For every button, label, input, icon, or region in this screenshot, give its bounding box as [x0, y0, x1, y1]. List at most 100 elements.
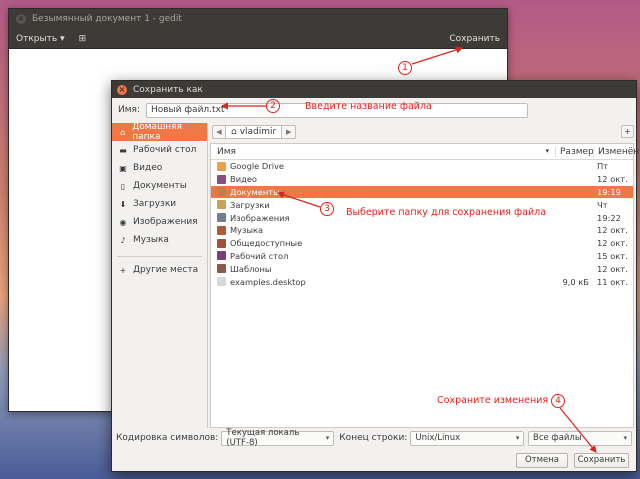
- open-button[interactable]: Открыть ▾: [16, 34, 65, 44]
- gedit-toolbar: Открыть ▾ ⊞ Сохранить: [9, 29, 507, 49]
- home-icon: ⌂: [120, 127, 126, 137]
- sidebar-divider: [117, 256, 202, 257]
- folder-icon: [217, 174, 226, 184]
- folder-icon: [217, 251, 226, 261]
- file-name-cell: Шаблоны: [211, 264, 555, 274]
- folder-icon: [217, 200, 226, 210]
- file-row[interactable]: Общедоступные 12 окт.: [211, 237, 633, 250]
- encoding-select-value: Текущая локаль (UTF-8): [226, 428, 300, 448]
- file-rows: Google Drive Пт Видео 12 окт. Документы 19:19…: [211, 160, 633, 288]
- path-back-icon[interactable]: ◀: [212, 124, 226, 139]
- file-name: Документы: [230, 186, 280, 197]
- dialog-titlebar: × Сохранить как: [112, 81, 636, 98]
- path-forward-icon[interactable]: ▶: [282, 124, 297, 139]
- folder-icon: [217, 264, 226, 274]
- camera-icon: ◉: [119, 217, 127, 227]
- places-sidebar: ⌂ Домашняя папка ▬ Рабочий стол ▣ Видео …: [112, 122, 208, 428]
- close-icon[interactable]: ✕: [16, 14, 26, 24]
- desktop-icon: ▬: [119, 145, 127, 155]
- save-dialog-button[interactable]: Сохранить: [574, 453, 629, 468]
- encoding-label: Кодировка символов:: [116, 433, 219, 443]
- file-list: Имя ▾ Размер Изменён Google Drive Пт Видео…: [210, 143, 639, 428]
- file-name: Google Drive: [230, 161, 285, 172]
- file-date: 11 окт.: [597, 276, 628, 287]
- document-icon: ▯: [120, 181, 126, 191]
- line-end-select[interactable]: Unix/Linux ▾: [410, 430, 525, 446]
- file-name: Рабочий стол: [230, 250, 289, 261]
- file-date: Чт: [597, 199, 608, 210]
- step-2-marker: 2: [266, 99, 280, 113]
- file-icon: [217, 277, 226, 287]
- file-name: examples.desktop: [230, 276, 306, 287]
- sidebar-item-documents[interactable]: ▯ Документы: [112, 177, 207, 195]
- chevron-down-icon: ▾: [515, 434, 520, 442]
- file-date: 12 окт.: [597, 225, 628, 236]
- file-list-header: Имя ▾ Размер Изменён: [211, 144, 639, 160]
- gedit-titlebar: ✕ Безымянный документ 1 - gedit: [9, 9, 507, 29]
- filename-label: Имя:: [118, 105, 140, 115]
- file-row[interactable]: Музыка 12 окт.: [211, 224, 633, 237]
- encoding-select[interactable]: Текущая локаль (UTF-8) ▾: [221, 428, 335, 448]
- home-icon: ⌂: [231, 126, 237, 137]
- line-end-select-value: Unix/Linux: [415, 433, 461, 443]
- step-3-caption: Выберите папку для сохранения файла: [346, 207, 547, 218]
- sidebar-item-desktop[interactable]: ▬ Рабочий стол: [112, 141, 207, 159]
- save-button[interactable]: Сохранить: [449, 34, 500, 44]
- file-name: Музыка: [230, 225, 264, 236]
- sidebar-item-music[interactable]: ♪ Музыка: [112, 231, 207, 249]
- music-icon: ♪: [120, 235, 126, 245]
- step-4-marker: 4: [551, 394, 565, 408]
- file-row[interactable]: Видео 12 окт.: [211, 173, 633, 186]
- open-button-label: Открыть: [16, 33, 58, 44]
- sidebar-item-pictures[interactable]: ◉ Изображения: [112, 213, 207, 231]
- sidebar-item-label: Музыка: [133, 235, 169, 245]
- file-name-cell: Музыка: [211, 225, 555, 235]
- dialog-title: Сохранить как: [133, 84, 203, 95]
- chevron-down-icon: ▾: [325, 434, 330, 442]
- sidebar-item-home[interactable]: ⌂ Домашняя папка: [112, 122, 207, 142]
- file-filter-select[interactable]: Все файлы ▾: [528, 430, 632, 446]
- new-folder-icon[interactable]: +: [621, 125, 634, 138]
- column-header-date[interactable]: Изменён: [593, 146, 639, 157]
- path-bar: ◀ ⌂ vladimir ▶ +: [212, 123, 634, 140]
- close-icon[interactable]: ×: [117, 84, 127, 95]
- file-size: 9,0 кБ: [562, 276, 589, 287]
- file-name-cell: Документы: [211, 187, 555, 197]
- file-name: Загрузки: [230, 199, 270, 210]
- step-1-marker: 1: [398, 61, 412, 75]
- sidebar-item-label: Изображения: [133, 217, 198, 227]
- sidebar-item-other-places[interactable]: + Другие места: [112, 261, 207, 279]
- folder-icon: [217, 187, 226, 197]
- file-date: 19:19: [597, 186, 621, 197]
- sidebar-item-downloads[interactable]: ⬇ Загрузки: [112, 195, 207, 213]
- sidebar-item-label: Домашняя папка: [132, 122, 183, 142]
- sidebar-item-video[interactable]: ▣ Видео: [112, 159, 207, 177]
- file-row[interactable]: Документы 19:19: [211, 185, 633, 199]
- chevron-down-icon: ▾: [60, 33, 65, 44]
- file-name-cell: Google Drive: [211, 161, 555, 171]
- gedit-window-title: Безымянный документ 1 - gedit: [32, 14, 182, 24]
- folder-icon: [217, 225, 226, 235]
- sort-arrow-icon: ▾: [545, 146, 549, 155]
- column-header-name[interactable]: Имя ▾: [211, 147, 555, 157]
- file-name-cell: Видео: [211, 174, 555, 184]
- sidebar-item-label: Другие места: [133, 265, 199, 275]
- cancel-button[interactable]: Отмена: [516, 453, 568, 468]
- file-name: Общедоступные: [230, 238, 303, 249]
- step-2-caption: Введите название файла: [305, 101, 432, 112]
- sidebar-item-label: Документы: [133, 181, 187, 191]
- sidebar-item-label: Видео: [133, 163, 163, 173]
- new-tab-icon[interactable]: ⊞: [79, 34, 87, 44]
- file-name-cell: Рабочий стол: [211, 251, 555, 261]
- file-date: 15 окт.: [597, 250, 628, 261]
- file-row[interactable]: Google Drive Пт: [211, 160, 633, 173]
- file-name-cell: examples.desktop: [211, 277, 555, 287]
- column-header-size[interactable]: Размер: [555, 146, 594, 157]
- file-name-cell: Общедоступные: [211, 238, 555, 248]
- file-row[interactable]: examples.desktop 9,0 кБ 11 окт.: [211, 275, 633, 288]
- save-as-dialog: × Сохранить как Имя: ⌂ Домашняя папка ▬ …: [111, 80, 639, 472]
- file-row[interactable]: Шаблоны 12 окт.: [211, 262, 633, 275]
- path-button-home[interactable]: ⌂ vladimir: [226, 124, 283, 139]
- file-row[interactable]: Рабочий стол 15 окт.: [211, 250, 633, 263]
- sidebar-item-label: Загрузки: [133, 199, 177, 209]
